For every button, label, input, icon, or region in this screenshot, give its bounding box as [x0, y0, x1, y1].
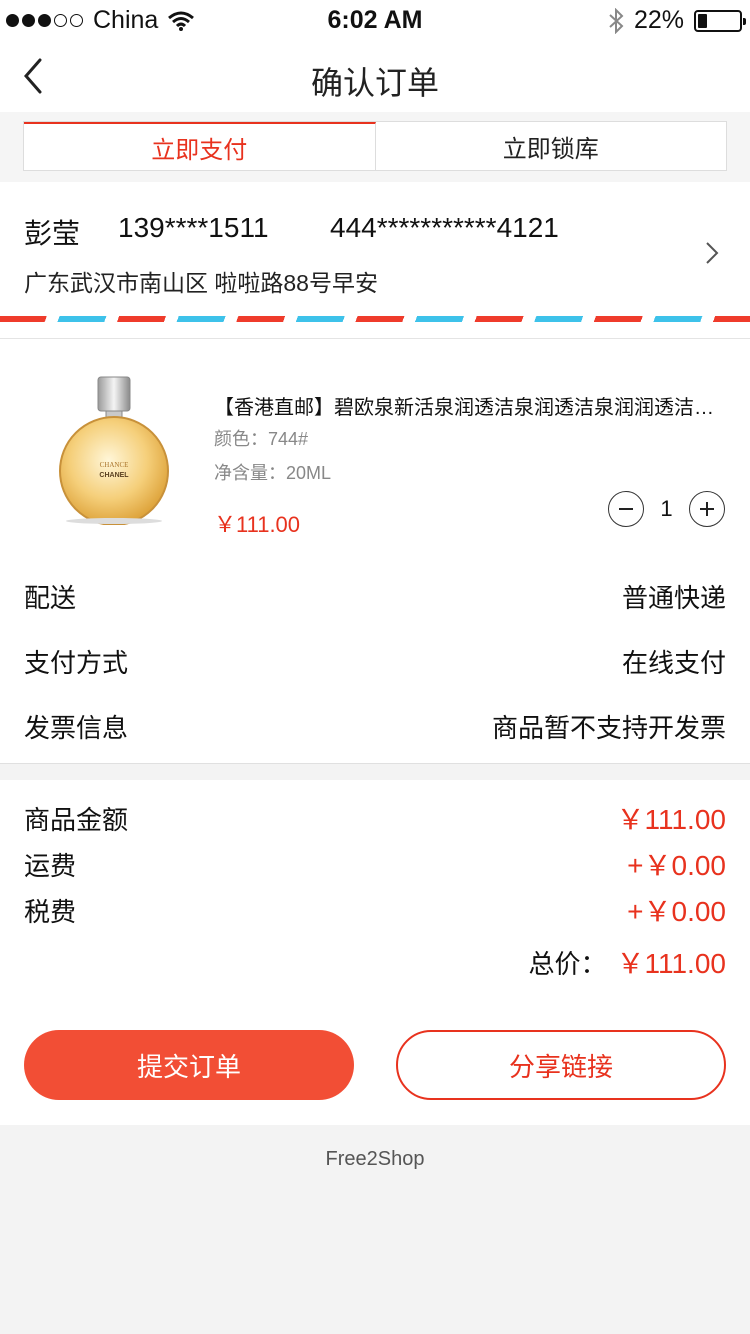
- recipient-phone: 139****1511: [118, 212, 269, 243]
- share-link-button[interactable]: 分享链接: [396, 1030, 726, 1100]
- tab-pay-now[interactable]: 立即支付: [24, 122, 376, 170]
- submit-order-button[interactable]: 提交订单: [24, 1030, 354, 1100]
- plus-icon: [700, 502, 714, 516]
- shipping-row: 运费 +￥0.00: [24, 844, 726, 884]
- tab-lock-stock[interactable]: 立即锁库: [376, 122, 727, 170]
- product-image: CHANCE CHANEL: [59, 376, 169, 525]
- address-card[interactable]: 彭莹 139****1511 444***********4121 广东武汉市南…: [0, 182, 750, 338]
- tax-row: 税费 +￥0.00: [24, 890, 726, 930]
- invoice-value: 商品暂不支持开发票: [491, 712, 726, 743]
- subtotal-label: 商品金额: [24, 804, 129, 835]
- payment-method-value: 在线支付: [621, 647, 726, 678]
- grand-total: 总价： ￥111.00: [528, 942, 726, 982]
- order-options: 配送 普通快递 支付方式 在线支付 发票信息 商品暂不支持开发票: [0, 548, 750, 764]
- price-summary: 商品金额 ￥111.00 运费 +￥0.00 税费 +￥0.00 总价： ￥11…: [0, 780, 750, 1125]
- payment-method-row[interactable]: 支付方式 在线支付: [24, 641, 726, 681]
- page-title: 确认订单: [310, 65, 439, 101]
- delivery-row[interactable]: 配送 普通快递: [24, 576, 726, 616]
- delivery-label: 配送: [24, 582, 77, 613]
- delivery-value: 普通快递: [621, 582, 726, 613]
- recipient-id-number: 444***********4121: [330, 212, 559, 243]
- product-image-brand: CHANEL: [99, 472, 129, 479]
- address-contact: 彭莹 139****1511 444***********4121: [24, 212, 559, 252]
- battery-percent: 22%: [633, 6, 684, 34]
- shipping-label: 运费: [24, 850, 77, 881]
- quantity-stepper: 1: [608, 491, 725, 527]
- bluetooth-icon: [609, 7, 624, 34]
- airmail-divider: [0, 316, 750, 322]
- chevron-right-icon: [706, 242, 719, 264]
- tax-value: +￥0.00: [627, 896, 726, 927]
- quantity-value: 1: [660, 496, 673, 521]
- product-title: 【香港直邮】碧欧泉新活泉润透洁泉润透洁泉润润透洁泉润透洁泉: [214, 397, 724, 419]
- product-image-label: CHANCE: [100, 461, 129, 469]
- grand-total-value: ￥111.00: [616, 948, 727, 979]
- increase-button[interactable]: [689, 491, 725, 527]
- tab-bar: 立即支付 立即锁库: [0, 112, 750, 182]
- decrease-button[interactable]: [608, 491, 644, 527]
- battery-icon: [694, 9, 746, 32]
- battery-level: [698, 13, 707, 28]
- address-detail: 广东武汉市南山区 啦啦路88号早安: [24, 270, 378, 296]
- nav-bar: 确认订单: [0, 40, 750, 112]
- invoice-label: 发票信息: [24, 712, 129, 743]
- minus-icon: [619, 508, 633, 510]
- subtotal-value: ￥111.00: [616, 804, 727, 835]
- status-bar: China 6:02 AM 22%: [0, 0, 750, 40]
- shipping-value: +￥0.00: [627, 850, 726, 881]
- invoice-row[interactable]: 发票信息 商品暂不支持开发票: [24, 706, 726, 746]
- footer-brand: Free2Shop: [325, 1148, 425, 1170]
- tax-label: 税费: [24, 896, 77, 927]
- product-volume: 净含量：20ML: [214, 463, 332, 483]
- tabs: 立即支付 立即锁库: [23, 121, 727, 171]
- subtotal-row: 商品金额 ￥111.00: [24, 798, 726, 838]
- grand-total-label: 总价：: [528, 948, 607, 979]
- status-right: 22%: [608, 6, 746, 35]
- product-price: ￥111.00: [214, 512, 301, 537]
- product-item: CHANCE CHANEL 【香港直邮】碧欧泉新活泉润透洁泉润透洁泉润润透洁泉润…: [0, 338, 750, 548]
- product-color: 颜色：744#: [214, 429, 309, 449]
- recipient-name: 彭莹: [24, 218, 81, 249]
- payment-method-label: 支付方式: [24, 647, 129, 678]
